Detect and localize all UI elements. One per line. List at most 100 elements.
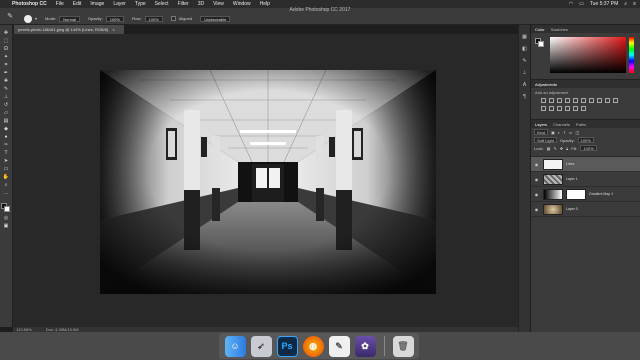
- trash-icon[interactable]: 🗑︎: [392, 335, 414, 357]
- menu-select[interactable]: Select: [155, 1, 169, 7]
- threshold-icon[interactable]: [565, 106, 570, 111]
- invert-icon[interactable]: [549, 106, 554, 111]
- gradient-tool-icon[interactable]: ▤: [2, 117, 11, 124]
- posterize-icon[interactable]: [557, 106, 562, 111]
- quick-mask-icon[interactable]: ◎: [2, 214, 11, 221]
- menu-help[interactable]: Help: [260, 1, 270, 7]
- healing-brush-tool-icon[interactable]: ✚: [2, 77, 11, 84]
- finder-icon[interactable]: ☺: [224, 335, 246, 357]
- color-balance-icon[interactable]: [589, 98, 594, 103]
- marquee-tool-icon[interactable]: ⬚: [2, 37, 11, 44]
- layer-row-gradient-map-1[interactable]: ◉ Gradient Map 1: [531, 187, 640, 202]
- fill-field[interactable]: 100%: [580, 145, 597, 151]
- clone-stamp-tool-icon[interactable]: ⊥: [2, 93, 11, 100]
- brush-picker[interactable]: ▾: [24, 14, 37, 23]
- black-white-icon[interactable]: [597, 98, 602, 103]
- history-brush-tool-icon[interactable]: ↺: [2, 101, 11, 108]
- eraser-tool-icon[interactable]: ▱: [2, 109, 11, 116]
- hue-slider[interactable]: [629, 37, 634, 73]
- document-workspace[interactable]: [13, 34, 518, 327]
- menu-filter[interactable]: Filter: [178, 1, 189, 7]
- search-icon[interactable]: ⌕: [624, 1, 627, 7]
- brightness-contrast-icon[interactable]: [541, 98, 546, 103]
- tab-paths[interactable]: Paths: [576, 122, 586, 127]
- app-icon[interactable]: ✿: [354, 335, 376, 357]
- selective-color-icon[interactable]: [581, 106, 586, 111]
- tab-swatches[interactable]: Swatches: [551, 27, 568, 32]
- color-lookup-icon[interactable]: [541, 106, 546, 111]
- hand-tool-icon[interactable]: ✋: [2, 173, 11, 180]
- launchpad-icon[interactable]: ➶: [250, 335, 272, 357]
- lasso-tool-icon[interactable]: ᘏ: [2, 45, 11, 52]
- document-tab[interactable]: pexels-photo-186161.jpeg @ 144% (Lines, …: [14, 25, 124, 34]
- filter-type-icon[interactable]: T: [563, 130, 565, 135]
- menu-list-icon[interactable]: ≡: [633, 1, 636, 7]
- crop-tool-icon[interactable]: ⌗: [2, 61, 11, 68]
- visibility-eye-icon[interactable]: ◉: [533, 207, 540, 212]
- filter-smart-object-icon[interactable]: ◫: [575, 130, 579, 135]
- layer-row-layer-0[interactable]: ◉ Layer 0: [531, 202, 640, 217]
- channel-mixer-icon[interactable]: [613, 98, 618, 103]
- blend-mode-select[interactable]: Soft Light: [534, 137, 557, 143]
- color-panel-swatches[interactable]: [535, 38, 545, 48]
- tab-channels[interactable]: Channels: [553, 122, 570, 127]
- character-panel-icon[interactable]: A: [521, 81, 529, 88]
- move-tool-icon[interactable]: ✥: [2, 29, 11, 36]
- panel-background-swatch[interactable]: [538, 41, 544, 47]
- lock-all-icon[interactable]: 🔒︎: [566, 146, 568, 151]
- color-picker-field[interactable]: [550, 37, 626, 73]
- rectangle-tool-icon[interactable]: ▭: [2, 165, 11, 172]
- opacity-field[interactable]: 100%: [105, 15, 124, 22]
- notes-icon[interactable]: ✎: [328, 335, 350, 357]
- aligned-checkbox[interactable]: [170, 16, 176, 21]
- more-tools-icon[interactable]: …: [2, 189, 11, 196]
- hue-saturation-icon[interactable]: [581, 98, 586, 103]
- adjustments-title[interactable]: Adjustments: [535, 82, 557, 87]
- layer-mask-thumbnail[interactable]: [566, 188, 586, 200]
- dodge-tool-icon[interactable]: ●: [2, 133, 11, 140]
- visibility-eye-icon[interactable]: ◉: [533, 162, 540, 167]
- paragraph-panel-icon[interactable]: ¶: [521, 93, 529, 100]
- path-selection-tool-icon[interactable]: ➤: [2, 157, 11, 164]
- clock[interactable]: Tue 5:37 PM: [590, 1, 618, 7]
- lock-image-icon[interactable]: ✎: [553, 146, 556, 151]
- filter-adjustment-icon[interactable]: ◐: [558, 130, 560, 135]
- clone-source-panel-icon[interactable]: ⊥: [521, 69, 529, 76]
- quick-select-tool-icon[interactable]: ✦: [2, 53, 11, 60]
- menu-layer[interactable]: Layer: [113, 1, 126, 7]
- properties-panel-icon[interactable]: ◧: [521, 45, 529, 52]
- levels-icon[interactable]: [549, 98, 554, 103]
- mode-select[interactable]: Normal: [59, 15, 81, 22]
- lock-position-icon[interactable]: ✥: [560, 146, 563, 151]
- menu-image[interactable]: Image: [90, 1, 104, 7]
- close-icon[interactable]: ×: [112, 27, 114, 32]
- vibrance-icon[interactable]: [573, 98, 578, 103]
- sample-select[interactable]: Unplaceable: [200, 15, 231, 22]
- brush-panel-icon[interactable]: ✎: [521, 57, 529, 64]
- photoshop-icon[interactable]: Ps: [276, 335, 298, 357]
- wifi-icon[interactable]: ◠: [569, 1, 573, 7]
- pen-tool-icon[interactable]: ✑: [2, 141, 11, 148]
- eyedropper-tool-icon[interactable]: ✒: [2, 69, 11, 76]
- flow-field[interactable]: 100%: [144, 15, 163, 22]
- layer-row-lines[interactable]: ◉ Lines: [531, 157, 640, 172]
- firefox-icon[interactable]: ◍: [302, 335, 324, 357]
- menu-3d[interactable]: 3D: [198, 1, 204, 7]
- image-canvas[interactable]: [100, 70, 436, 294]
- tool-preset-icon[interactable]: ✎: [4, 11, 16, 21]
- color-swatches[interactable]: [1, 203, 11, 213]
- tab-color[interactable]: Color: [535, 27, 545, 32]
- type-tool-icon[interactable]: T: [2, 149, 11, 156]
- photo-filter-icon[interactable]: [605, 98, 610, 103]
- filter-shape-icon[interactable]: ▭: [569, 130, 573, 135]
- screen-mode-icon[interactable]: ▣: [2, 222, 11, 229]
- menu-type[interactable]: Type: [135, 1, 146, 7]
- exposure-icon[interactable]: [565, 98, 570, 103]
- curves-icon[interactable]: [557, 98, 562, 103]
- tab-layers[interactable]: Layers: [535, 122, 547, 127]
- blur-tool-icon[interactable]: ◆: [2, 125, 11, 132]
- background-color-swatch[interactable]: [4, 206, 10, 212]
- filter-pixel-icon[interactable]: ▣: [551, 130, 555, 135]
- layer-opacity-field[interactable]: 100%: [577, 137, 594, 143]
- visibility-eye-icon[interactable]: ◉: [533, 192, 540, 197]
